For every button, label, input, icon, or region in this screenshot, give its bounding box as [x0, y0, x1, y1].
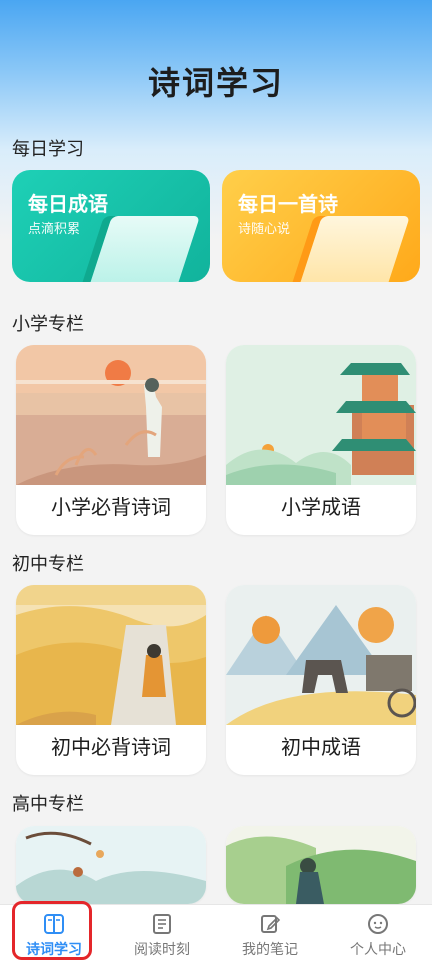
- user-face-icon: [368, 913, 388, 934]
- green-hills-illustration: [226, 826, 416, 904]
- note-edit-icon: [261, 914, 281, 933]
- lakeside-scene-illustration: [16, 826, 206, 904]
- tab-profile[interactable]: 个人中心: [324, 905, 432, 965]
- junior-poems-label: 初中必背诗词: [51, 735, 171, 759]
- senior-card-right[interactable]: [226, 826, 416, 904]
- primary-poems-card[interactable]: 小学必背诗词: [16, 345, 206, 535]
- section-title-senior: 高中专栏: [12, 794, 84, 815]
- daily-idiom-subtitle: 点滴积累: [28, 222, 81, 237]
- tab-reading-time[interactable]: 阅读时刻: [108, 905, 216, 965]
- book-icon: [297, 216, 411, 282]
- scholar-field-illustration: [16, 585, 206, 725]
- senior-card-left[interactable]: [16, 826, 206, 904]
- book-icon: [87, 216, 201, 282]
- junior-idioms-card[interactable]: 初中成语: [226, 585, 416, 775]
- section-title-daily: 每日学习: [12, 139, 84, 160]
- document-icon: [153, 913, 171, 934]
- daily-poem-subtitle: 诗随心说: [238, 222, 291, 237]
- junior-idioms-label: 初中成语: [281, 735, 361, 759]
- tab-label-my-notes: 我的笔记: [242, 941, 298, 958]
- section-title-primary: 小学专栏: [12, 314, 84, 335]
- horse-cart-illustration: [226, 585, 416, 725]
- primary-poems-label: 小学必背诗词: [51, 495, 171, 519]
- daily-idiom-title: 每日成语: [28, 192, 108, 216]
- tab-label-profile: 个人中心: [350, 941, 406, 958]
- tab-label-reading-time: 阅读时刻: [134, 941, 190, 958]
- daily-poem-title: 每日一首诗: [238, 192, 338, 216]
- tab-label-poetry-study: 诗词学习: [26, 941, 82, 958]
- page-title: 诗词学习: [147, 64, 284, 102]
- primary-idioms-card[interactable]: 小学成语: [226, 345, 416, 535]
- tab-poetry-study[interactable]: 诗词学习: [0, 905, 108, 965]
- primary-idioms-label: 小学成语: [281, 495, 361, 519]
- lakeside-girl-illustration: [16, 345, 206, 485]
- daily-idiom-card[interactable]: 每日成语 点滴积累: [12, 170, 210, 282]
- tab-my-notes[interactable]: 我的笔记: [216, 905, 324, 965]
- junior-poems-card[interactable]: 初中必背诗词: [16, 585, 206, 775]
- pavilion-illustration: [226, 345, 416, 485]
- section-title-junior: 初中专栏: [12, 554, 84, 575]
- daily-poem-card[interactable]: 每日一首诗 诗随心说: [222, 170, 420, 282]
- book-icon: [44, 913, 64, 934]
- bottom-tab-bar: 诗词学习 阅读时刻 我的笔记 个人中心: [0, 904, 432, 965]
